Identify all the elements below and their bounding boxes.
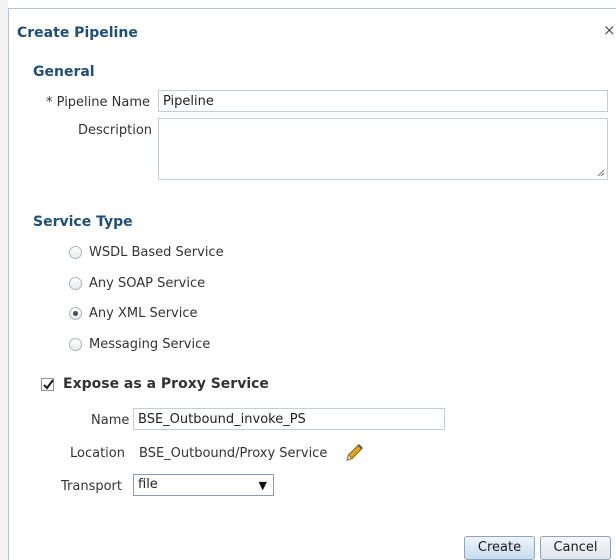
dialog-title: Create Pipeline	[17, 25, 138, 41]
close-icon[interactable]: ×	[603, 21, 616, 39]
radio-label: Any SOAP Service	[89, 275, 206, 291]
radio-button[interactable]	[69, 276, 82, 290]
radio-button[interactable]	[69, 245, 82, 259]
description-textarea[interactable]	[158, 118, 608, 180]
background-window-edge	[0, 0, 8, 560]
transport-label: Transport	[61, 479, 123, 494]
resize-grip-icon[interactable]	[597, 169, 605, 177]
location-value: BSE_Outbound/Proxy Service	[139, 446, 328, 461]
expose-proxy-label[interactable]: Expose as a Proxy Service	[63, 376, 269, 392]
proxy-name-label: Name	[91, 413, 130, 428]
service-type-heading: Service Type	[33, 214, 133, 230]
transport-select[interactable]: file ▼	[133, 474, 274, 496]
pipeline-name-label: Pipeline Name	[56, 95, 151, 110]
dropdown-arrow-icon: ▼	[258, 479, 267, 492]
transport-selected-value: file	[138, 477, 158, 492]
create-button[interactable]: Create	[464, 536, 535, 560]
radio-wsdl-based-service[interactable]: WSDL Based Service	[69, 243, 224, 261]
radio-label: Messaging Service	[89, 336, 211, 352]
radio-label: Any XML Service	[89, 305, 198, 321]
radio-label: WSDL Based Service	[89, 244, 224, 260]
pencil-icon[interactable]	[343, 442, 365, 464]
radio-any-xml-service[interactable]: Any XML Service	[69, 304, 198, 322]
location-label: Location	[70, 446, 125, 461]
pipeline-name-label-group: * Pipeline Name	[46, 95, 150, 110]
radio-button-selected[interactable]	[69, 306, 82, 320]
radio-any-soap-service[interactable]: Any SOAP Service	[69, 274, 205, 292]
general-heading: General	[33, 64, 95, 80]
expose-proxy-checkbox[interactable]	[41, 378, 54, 391]
required-marker: *	[46, 95, 53, 110]
create-pipeline-dialog: Create Pipeline × General * Pipeline Nam…	[8, 8, 616, 560]
description-label: Description	[78, 123, 153, 138]
pipeline-name-input[interactable]	[158, 90, 608, 112]
checkmark-icon	[43, 379, 54, 390]
radio-messaging-service[interactable]: Messaging Service	[69, 335, 210, 353]
proxy-name-input[interactable]	[133, 408, 445, 430]
radio-button[interactable]	[69, 337, 82, 351]
cancel-button[interactable]: Cancel	[540, 536, 611, 560]
